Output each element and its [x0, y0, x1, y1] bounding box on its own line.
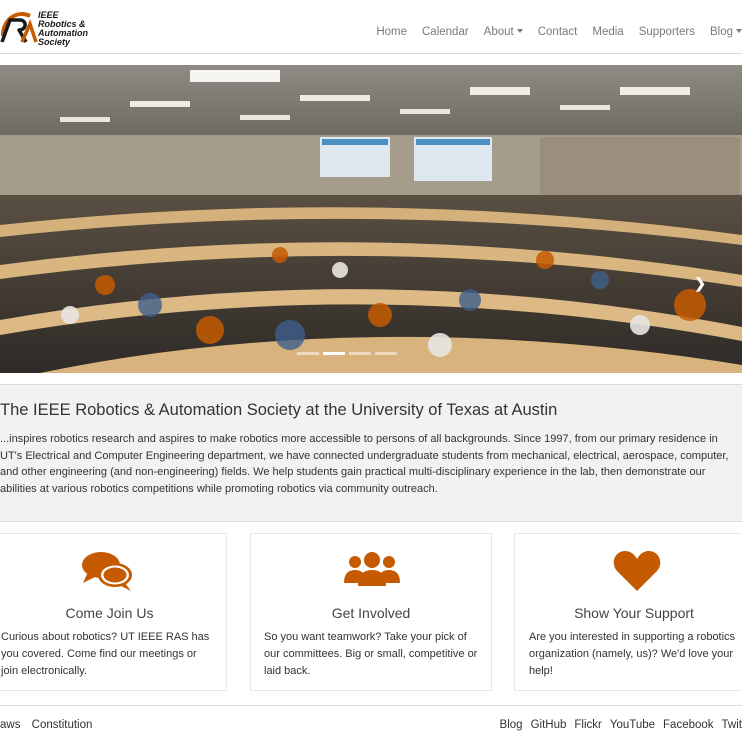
- footer-link-facebook[interactable]: Facebook: [663, 719, 714, 731]
- caret-down-icon: [736, 29, 742, 33]
- navbar: IEEE Robotics & Automation Society Home …: [0, 0, 742, 54]
- ras-logo-icon: [0, 12, 38, 43]
- intro-text: ...inspires robotics research and aspire…: [0, 433, 729, 495]
- card-join-text: Curious about robotics? UT IEEE RAS has …: [1, 631, 210, 677]
- footer-link-youtube[interactable]: YouTube: [610, 719, 655, 731]
- footer-link-constitution[interactable]: Constitution: [32, 719, 93, 731]
- comments-icon: [82, 552, 132, 591]
- nav-about-dropdown[interactable]: About: [484, 26, 523, 38]
- nav-blog-dropdown[interactable]: Blog: [710, 26, 742, 38]
- card-support-text: Are you interested in supporting a robot…: [529, 631, 736, 677]
- site-logo[interactable]: IEEE Robotics & Automation Society: [0, 6, 95, 47]
- intro-section: The IEEE Robotics & Automation Society a…: [0, 384, 742, 522]
- intro-title: The IEEE Robotics & Automation Society a…: [0, 401, 558, 419]
- nav-supporters[interactable]: Supporters: [639, 26, 695, 38]
- footer-link-bylaws[interactable]: aws: [0, 719, 20, 731]
- heart-icon: [613, 551, 661, 591]
- footer-left-links: aws Constitution: [0, 719, 100, 731]
- nav-blog-label: Blog: [709, 26, 733, 38]
- footer: aws Constitution Blog GitHub Flickr YouT…: [0, 705, 742, 743]
- main-nav: Home Calendar About Contact Media Suppor…: [361, 26, 742, 38]
- nav-home[interactable]: Home: [376, 26, 407, 38]
- carousel-indicator[interactable]: [297, 352, 319, 355]
- card-involved: Get Involved So you want teamwork? Take …: [250, 533, 492, 691]
- logo-line: Society: [38, 37, 71, 47]
- users-icon: [344, 552, 400, 586]
- carousel-indicator-active[interactable]: [323, 352, 345, 355]
- footer-link-flickr[interactable]: Flickr: [574, 719, 601, 731]
- nav-about-label: About: [483, 26, 514, 38]
- footer-link-github[interactable]: GitHub: [531, 719, 567, 731]
- footer-link-twitter[interactable]: Twit: [722, 719, 742, 731]
- card-support-title: Show Your Support: [574, 605, 694, 621]
- caret-down-icon: [516, 29, 523, 33]
- card-join: Come Join Us Curious about robotics? UT …: [0, 533, 227, 691]
- hero-carousel: ❯: [0, 65, 742, 373]
- lecture-hall-photo: [0, 65, 742, 373]
- card-support: Show Your Support Are you interested in …: [514, 533, 742, 691]
- card-involved-title: Get Involved: [331, 605, 411, 621]
- footer-social-links: Blog GitHub Flickr YouTube Facebook Twit: [492, 719, 742, 731]
- footer-link-blog[interactable]: Blog: [500, 719, 523, 731]
- nav-calendar[interactable]: Calendar: [422, 26, 469, 38]
- nav-contact[interactable]: Contact: [538, 26, 578, 38]
- carousel-indicators: [297, 352, 397, 355]
- card-involved-text: So you want teamwork? Take your pick of …: [264, 631, 478, 677]
- card-join-title: Come Join Us: [65, 605, 154, 621]
- nav-media[interactable]: Media: [592, 26, 623, 38]
- carousel-indicator[interactable]: [349, 352, 371, 355]
- logo-text: IEEE Robotics & Automation Society: [38, 11, 88, 47]
- carousel-indicator[interactable]: [375, 352, 397, 355]
- carousel-next-icon[interactable]: ❯: [694, 275, 706, 292]
